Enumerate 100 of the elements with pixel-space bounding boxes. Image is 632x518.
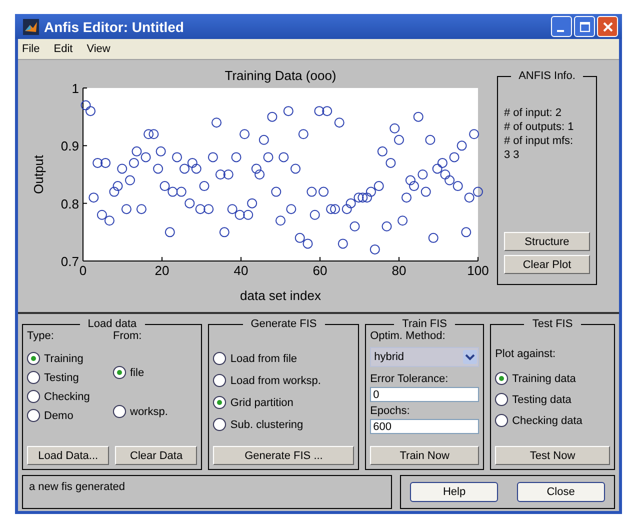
data-point xyxy=(208,152,218,162)
chart-title: Training Data (ooo) xyxy=(224,68,336,83)
info-text: # of input: 2 xyxy=(504,106,562,120)
radio-option[interactable]: Load from worksp. xyxy=(213,374,354,387)
radio-option[interactable]: Training xyxy=(27,352,107,365)
data-point xyxy=(342,204,352,214)
data-point xyxy=(104,216,114,226)
menu-item[interactable]: File xyxy=(22,43,40,55)
panel-button[interactable]: Structure xyxy=(504,232,590,251)
data-point xyxy=(452,181,463,192)
maximize-button[interactable] xyxy=(574,16,595,37)
panel-title: Test FIS xyxy=(531,318,574,330)
data-point xyxy=(437,158,448,168)
data-point xyxy=(112,181,123,192)
menu-item[interactable]: View xyxy=(86,43,110,55)
minimize-button[interactable] xyxy=(551,16,572,37)
x-axis-label: data set index xyxy=(240,288,321,302)
panel-title: Generate FIS xyxy=(250,318,318,330)
data-point xyxy=(449,152,460,162)
data-point xyxy=(168,186,178,197)
data-point xyxy=(184,198,195,208)
data-point xyxy=(121,204,132,214)
radio-option[interactable]: Checking xyxy=(27,390,107,403)
method-dropdown[interactable]: hybrid xyxy=(370,347,480,367)
data-point xyxy=(402,192,412,203)
train-now-button[interactable]: Train Now xyxy=(370,446,480,465)
x-tick-label: 40 xyxy=(234,263,248,278)
data-point xyxy=(432,164,442,174)
data-point xyxy=(350,221,360,232)
data-point xyxy=(405,175,416,186)
data-point xyxy=(386,158,396,168)
panel-button[interactable]: Clear Plot xyxy=(504,255,590,274)
panel-button[interactable]: Load Data... xyxy=(27,446,110,465)
data-point xyxy=(176,186,186,197)
data-point xyxy=(258,134,269,145)
epochs-label: Epochs: xyxy=(370,405,411,417)
radio-option[interactable]: Testing data xyxy=(495,393,610,406)
data-point xyxy=(136,204,146,214)
data-point xyxy=(263,152,274,162)
data-point xyxy=(187,158,198,168)
data-point xyxy=(240,129,250,140)
y-tick-label: 0.9 xyxy=(60,138,79,154)
menu-item[interactable]: Edit xyxy=(54,43,73,55)
data-point xyxy=(160,181,170,192)
data-point xyxy=(140,152,151,162)
radio-option[interactable]: Demo xyxy=(27,409,107,422)
x-tick-label: 100 xyxy=(467,263,489,278)
data-point xyxy=(322,106,332,116)
y-tick-label: 1 xyxy=(72,81,79,96)
data-point xyxy=(362,192,372,203)
data-point xyxy=(398,216,408,226)
radio-option[interactable]: file xyxy=(113,366,193,379)
method-label: Optim. Method: xyxy=(370,330,446,342)
tolerance-field[interactable]: 0 xyxy=(370,387,480,402)
tolerance-label: Error Tolerance: xyxy=(370,373,450,385)
data-point xyxy=(144,129,154,140)
info-text: # of input mfs: xyxy=(504,134,574,148)
generate-fis-button[interactable]: Generate FIS ... xyxy=(213,446,354,465)
data-point xyxy=(125,175,135,186)
data-point xyxy=(267,112,278,122)
panel-button[interactable]: Clear Data xyxy=(115,446,198,465)
data-point xyxy=(394,134,404,145)
data-point xyxy=(195,204,206,214)
epochs-field[interactable]: 600 xyxy=(370,419,480,434)
data-point xyxy=(298,129,308,140)
test-now-button[interactable]: Test Now xyxy=(495,446,610,465)
data-point xyxy=(204,204,214,214)
status-message: a new fis generated xyxy=(22,475,392,509)
data-point xyxy=(418,170,428,180)
panel-title: Train FIS xyxy=(401,318,448,330)
data-point xyxy=(366,186,376,197)
radio-option[interactable]: Checking data xyxy=(495,414,610,427)
x-tick-label: 20 xyxy=(154,263,170,278)
data-point xyxy=(212,118,222,128)
radio-option[interactable]: Training data xyxy=(495,372,610,385)
dialog-button[interactable]: Close xyxy=(516,482,605,502)
radio-option[interactable]: Grid partition xyxy=(213,396,354,409)
data-point xyxy=(172,152,182,162)
data-point xyxy=(302,238,313,249)
minimize-icon xyxy=(556,30,564,32)
data-point xyxy=(428,232,438,243)
data-point xyxy=(153,164,164,174)
panel-title: Load data xyxy=(86,318,138,330)
x-tick-label: 0 xyxy=(79,263,87,278)
data-point xyxy=(278,152,289,162)
radio-option[interactable]: Load from file xyxy=(213,352,354,365)
radio-option[interactable]: Sub. clustering xyxy=(213,418,354,431)
radio-option[interactable]: worksp. xyxy=(113,405,193,418)
dialog-button[interactable]: Help xyxy=(410,482,498,502)
data-point xyxy=(338,238,348,249)
maximize-icon xyxy=(580,22,590,32)
data-point xyxy=(409,181,419,192)
data-point xyxy=(334,118,344,128)
radio-option[interactable]: Testing xyxy=(27,371,107,384)
data-point xyxy=(88,192,99,203)
info-text: # of outputs: 1 xyxy=(504,120,575,134)
x-tick-label: 80 xyxy=(392,263,406,278)
data-point xyxy=(92,158,103,168)
close-button[interactable] xyxy=(597,16,618,37)
data-point xyxy=(310,210,320,220)
